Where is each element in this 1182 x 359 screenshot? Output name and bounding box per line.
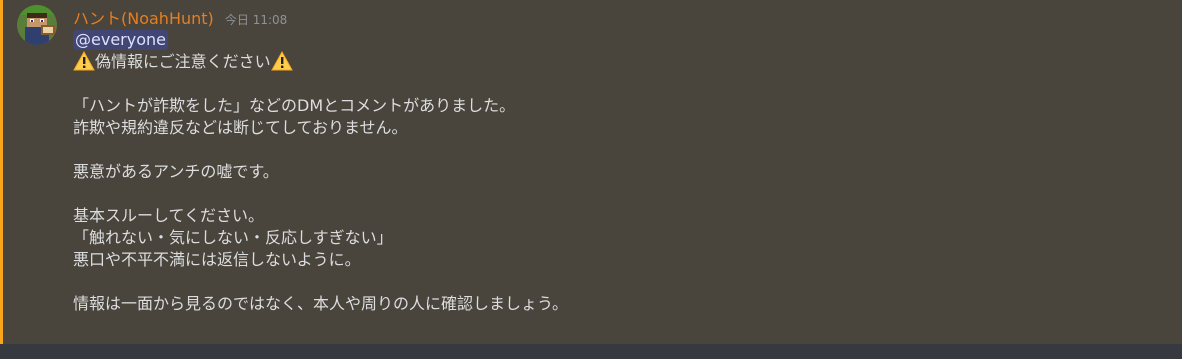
bottom-strip [0, 344, 1182, 359]
message-line: 基本スルーしてください。 [73, 206, 265, 225]
chat-frame: ハント(NoahHunt) 今日 11:08 @everyone 偽情報にご注意… [0, 0, 1182, 359]
message-line: 詐欺や規約違反などは断じてしておりません。 [73, 118, 408, 137]
message-line: 悪口や不平不満には返信しないように。 [73, 250, 361, 269]
everyone-mention[interactable]: @everyone [73, 30, 168, 50]
avatar-image [17, 5, 57, 45]
mention-line: @everyone [73, 29, 1153, 51]
message-line: 「ハントが詐欺をした」などのDMとコメントがありました。 [73, 96, 516, 115]
warning-line: 偽情報にご注意ください [73, 51, 1153, 73]
message-header: ハント(NoahHunt) 今日 11:08 [73, 5, 287, 29]
avatar[interactable] [17, 5, 57, 45]
message-line: 「触れない・気にしない・反応しすぎない」 [73, 228, 393, 247]
mention-highlight-bar [0, 0, 3, 344]
warning-icon [73, 51, 95, 71]
chat-message[interactable]: ハント(NoahHunt) 今日 11:08 @everyone 偽情報にご注意… [0, 0, 1182, 344]
warning-text: 偽情報にご注意ください [95, 52, 271, 71]
message-line: 悪意があるアンチの嘘です。 [73, 162, 279, 181]
warning-icon [270, 51, 293, 71]
message-timestamp[interactable]: 今日 11:08 [225, 13, 287, 27]
author-name[interactable]: ハント(NoahHunt) [73, 9, 214, 28]
message-line: 情報は一面から見るのではなく、本人や周りの人に確認しましょう。 [73, 294, 569, 313]
message-content: @everyone 偽情報にご注意ください 「ハントが詐欺をした」などのDMとコ… [73, 29, 1153, 315]
